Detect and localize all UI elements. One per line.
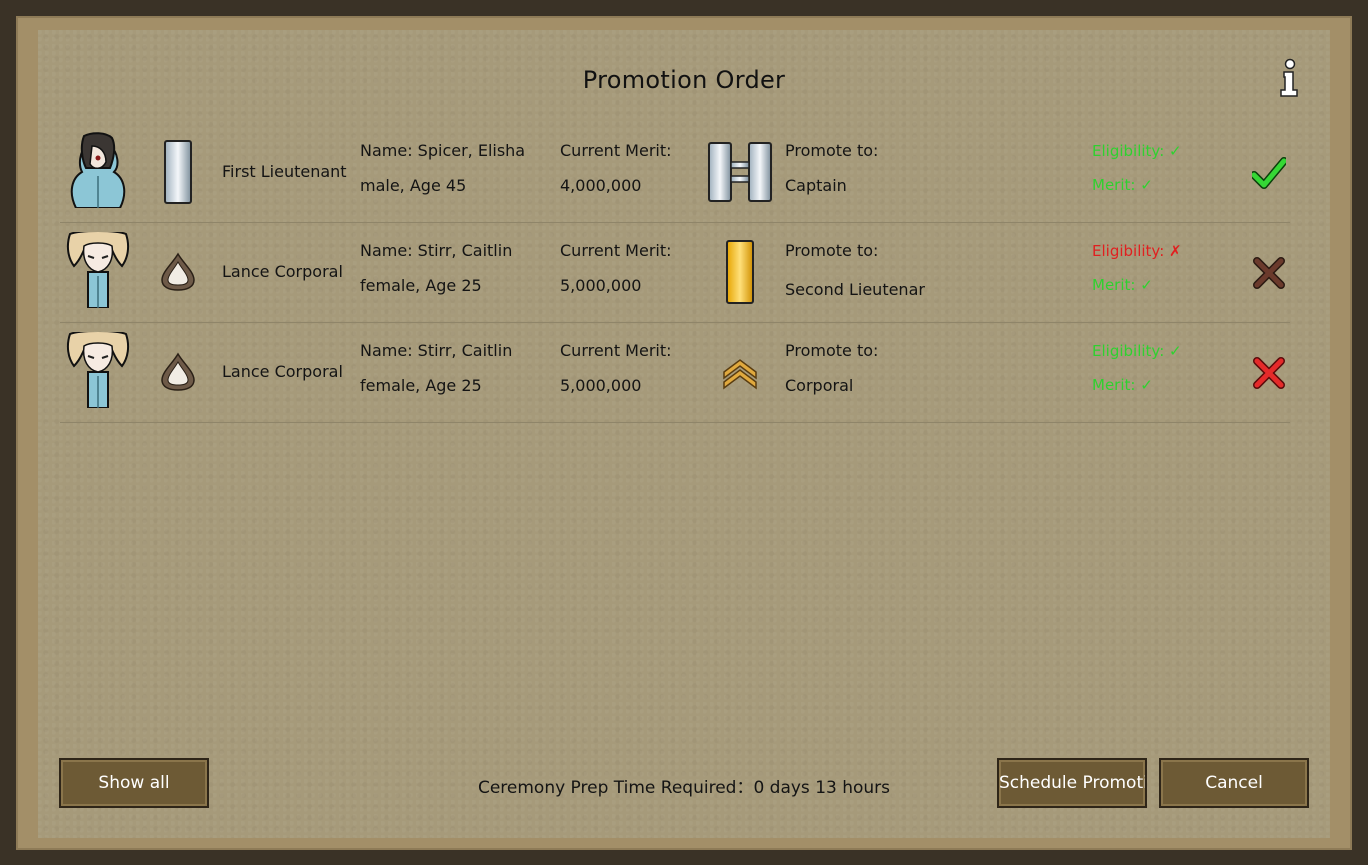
current-rank: Lance Corporal: [222, 362, 343, 381]
corporal-chevron-icon: [723, 359, 757, 390]
first-lieutenant-insignia-icon: [164, 140, 192, 204]
page-title: Promotion Order: [582, 66, 786, 94]
info-icon[interactable]: [1276, 58, 1304, 98]
merit-value: 4,000,000: [560, 176, 642, 195]
eligibility-status: Eligibility: ✗: [1092, 242, 1182, 260]
promote-label: Promote to:: [785, 141, 879, 160]
eligibility-status: Eligibility: ✓: [1092, 142, 1182, 160]
merit-status: Merit: ✓: [1092, 376, 1153, 394]
eligibility-status: Eligibility: ✓: [1092, 342, 1182, 360]
promotion-row: Lance Corporal Name: Stirr, Caitlin fema…: [60, 222, 1290, 323]
promote-rank: Captain: [785, 176, 847, 195]
soldier-details: male, Age 45: [360, 176, 467, 195]
x-icon[interactable]: [1252, 356, 1286, 390]
promotion-row: Lance Corporal Name: Stirr, Caitlin fema…: [60, 322, 1290, 423]
promotion-row: First Lieutenant Name: Spicer, Elisha ma…: [60, 122, 1290, 223]
captain-insignia-icon: [708, 142, 772, 202]
merit-value: 5,000,000: [560, 376, 642, 395]
cancel-button[interactable]: Cancel: [1159, 758, 1309, 808]
current-rank: Lance Corporal: [222, 262, 343, 281]
current-rank: First Lieutenant: [222, 162, 347, 181]
lance-corporal-insignia-icon: [161, 252, 195, 291]
promote-label: Promote to:: [785, 341, 879, 360]
portrait-avatar: [70, 132, 126, 208]
promote-rank: Second Lieutenar: [785, 280, 925, 299]
promote-rank: Corporal: [785, 376, 854, 395]
soldier-details: female, Age 25: [360, 276, 482, 295]
merit-status: Merit: ✓: [1092, 276, 1153, 294]
second-lieutenant-insignia-icon: [726, 240, 754, 304]
lance-corporal-insignia-icon: [161, 352, 195, 391]
merit-value: 5,000,000: [560, 276, 642, 295]
portrait-avatar: [66, 232, 130, 308]
schedule-promotion-button[interactable]: Schedule Promoti: [997, 758, 1147, 808]
portrait-avatar: [66, 332, 130, 408]
merit-status: Merit: ✓: [1092, 176, 1153, 194]
checkmark-icon[interactable]: [1252, 156, 1286, 190]
soldier-name: Name: Stirr, Caitlin: [360, 341, 513, 360]
soldier-name: Name: Stirr, Caitlin: [360, 241, 513, 260]
merit-label: Current Merit:: [560, 141, 672, 160]
x-icon[interactable]: [1252, 256, 1286, 290]
merit-label: Current Merit:: [560, 341, 672, 360]
soldier-details: female, Age 25: [360, 376, 482, 395]
merit-label: Current Merit:: [560, 241, 672, 260]
soldier-name: Name: Spicer, Elisha: [360, 141, 526, 160]
promote-label: Promote to:: [785, 241, 879, 260]
